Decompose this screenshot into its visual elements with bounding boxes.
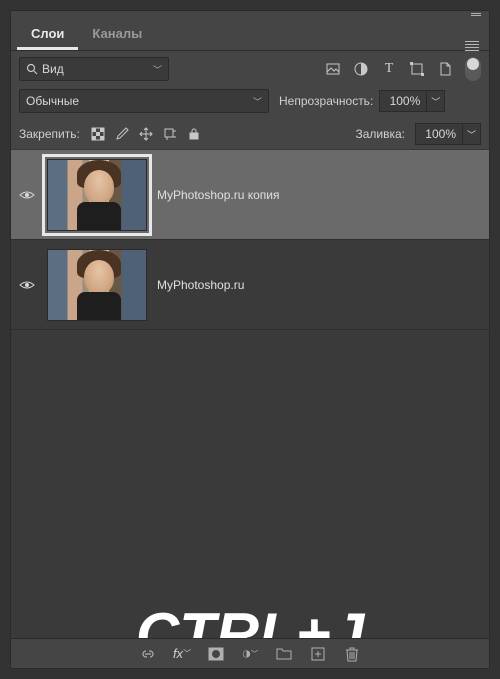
layer-thumbnail[interactable] xyxy=(47,249,147,321)
layer-row[interactable]: MyPhotoshop.ru xyxy=(11,240,489,330)
blend-mode-value: Обычные xyxy=(26,94,79,108)
link-icon[interactable] xyxy=(140,646,156,662)
filter-pixel-icon[interactable] xyxy=(325,61,341,77)
trash-icon[interactable] xyxy=(344,646,360,662)
visibility-eye-icon[interactable] xyxy=(17,189,37,201)
fx-icon[interactable]: fx﹀ xyxy=(174,646,190,662)
bottom-toolbar: fx﹀ ﹀ xyxy=(11,638,489,668)
filter-toggle[interactable] xyxy=(465,57,481,81)
fill-value[interactable]: 100% xyxy=(415,123,463,145)
layer-row[interactable]: MyPhotoshop.ru копия xyxy=(11,150,489,240)
filter-smart-icon[interactable] xyxy=(437,61,453,77)
lock-transparent-icon[interactable] xyxy=(90,126,106,142)
collapse-icon[interactable] xyxy=(471,12,483,20)
filter-type-icons: T xyxy=(325,57,481,81)
layer-thumbnail[interactable] xyxy=(47,159,147,231)
shortcut-overlay: CTRL+J xyxy=(11,600,489,638)
layer-name[interactable]: MyPhotoshop.ru копия xyxy=(157,188,279,202)
lock-artboard-icon[interactable] xyxy=(162,126,178,142)
tab-bar: Слои Каналы xyxy=(11,21,489,51)
tab-layers[interactable]: Слои xyxy=(17,20,78,50)
filter-type-icon[interactable]: T xyxy=(381,61,397,77)
layers-list: MyPhotoshop.ru копия MyPhotoshop.ru CTRL… xyxy=(11,150,489,638)
new-layer-icon[interactable] xyxy=(310,646,326,662)
mask-icon[interactable] xyxy=(208,646,224,662)
lock-row: Закрепить: Заливка: 100% ﹀ xyxy=(11,119,489,150)
blend-row: Обычные ﹀ Непрозрачность: 100% ﹀ xyxy=(11,87,489,119)
filter-label: Вид xyxy=(42,62,64,76)
opacity-caret[interactable]: ﹀ xyxy=(427,90,445,112)
group-icon[interactable] xyxy=(276,646,292,662)
filter-shape-icon[interactable] xyxy=(409,61,425,77)
lock-label: Закрепить: xyxy=(19,127,80,141)
chevron-down-icon: ﹀ xyxy=(253,95,262,108)
blend-mode-dropdown[interactable]: Обычные ﹀ xyxy=(19,89,269,113)
lock-brush-icon[interactable] xyxy=(114,126,130,142)
layer-name[interactable]: MyPhotoshop.ru xyxy=(157,278,244,292)
chevron-down-icon: ﹀ xyxy=(153,63,162,76)
lock-all-icon[interactable] xyxy=(186,126,202,142)
fill-caret[interactable]: ﹀ xyxy=(463,123,481,145)
layers-panel: Слои Каналы Вид ﹀ T xyxy=(10,10,490,669)
opacity-label: Непрозрачность: xyxy=(279,94,373,108)
filter-dropdown[interactable]: Вид ﹀ xyxy=(19,57,169,81)
visibility-eye-icon[interactable] xyxy=(17,279,37,291)
opacity-value[interactable]: 100% xyxy=(379,90,427,112)
panel-menu-icon[interactable] xyxy=(465,39,483,53)
fill-label: Заливка: xyxy=(355,127,405,141)
lock-move-icon[interactable] xyxy=(138,126,154,142)
filter-row: Вид ﹀ T xyxy=(11,51,489,87)
filter-adjust-icon[interactable] xyxy=(353,61,369,77)
tab-channels[interactable]: Каналы xyxy=(78,20,156,50)
adjustment-icon[interactable]: ﹀ xyxy=(242,646,258,662)
search-icon xyxy=(26,63,38,75)
lock-icons xyxy=(90,126,202,142)
